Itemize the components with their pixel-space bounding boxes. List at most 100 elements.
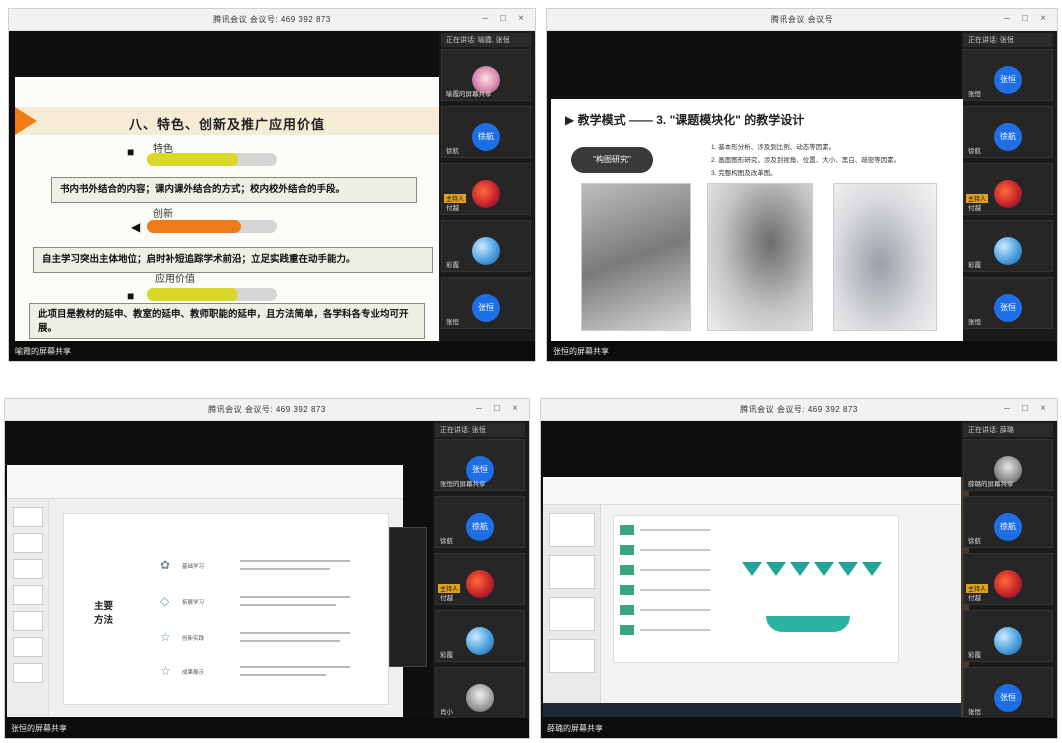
- slide-thumbnail[interactable]: [549, 513, 595, 547]
- slide-thumbnail[interactable]: [13, 559, 43, 579]
- participant-tile[interactable]: 彩霞: [435, 610, 525, 662]
- section-text: 此项目是教材的延申、教室的延申、教师职能的延申，且方法简单，各学科各专业均可开展…: [29, 303, 425, 339]
- text-line: [640, 529, 710, 531]
- minimize-icon[interactable]: –: [479, 13, 491, 25]
- bag-drawing-image: [833, 183, 937, 331]
- participant-name: 张恒: [446, 319, 459, 326]
- participant-tile[interactable]: 彩霞: [441, 220, 531, 272]
- close-icon[interactable]: ×: [509, 403, 521, 415]
- participant-name: 付越: [968, 205, 981, 212]
- slide-canvas: 主要 方法 ✿ 基础学习 ◇ 拓展学习 ☆ 创新实践 ☆ 成果展示: [63, 513, 389, 705]
- participant-tile[interactable]: 徐航 徐航: [441, 106, 531, 158]
- slide-thumbnail[interactable]: [549, 639, 595, 673]
- text-line: [640, 629, 710, 631]
- avatar: [466, 627, 494, 655]
- floating-video-panel[interactable]: [389, 527, 427, 667]
- participant-tile[interactable]: 徐航 徐航: [435, 496, 525, 548]
- list-item: [620, 604, 730, 616]
- list-item: [620, 624, 730, 636]
- item-tag: [620, 605, 634, 615]
- slide-thumbnail[interactable]: [13, 611, 43, 631]
- participant-tile[interactable]: 肖小: [435, 667, 525, 719]
- funnel-shape: [790, 562, 810, 576]
- close-icon[interactable]: ×: [515, 13, 527, 25]
- star-icon: ☆: [160, 664, 171, 678]
- participant-name: 肖小: [440, 709, 453, 716]
- slide-thumbnail[interactable]: [13, 663, 43, 683]
- minimize-icon[interactable]: –: [1001, 403, 1013, 415]
- minimize-icon[interactable]: –: [1001, 13, 1013, 25]
- avatar: [472, 180, 500, 208]
- share-label: 张恒的屏幕共享: [11, 724, 67, 733]
- meeting-window-4: 腾讯会议 会议号: 469 392 873 – □ × 正在讲话: 薛璐 薛璐的…: [540, 398, 1058, 739]
- list-item: [620, 524, 730, 536]
- participant-name: 徐航: [440, 538, 453, 545]
- text-line: [640, 569, 710, 571]
- slide-thumbnail[interactable]: [13, 637, 43, 657]
- text-line: [240, 596, 350, 598]
- participant-tile[interactable]: 徐航 徐航: [963, 496, 1053, 548]
- maximize-icon[interactable]: □: [491, 403, 503, 415]
- method-label: 拓展学习: [182, 600, 205, 606]
- maximize-icon[interactable]: □: [1019, 403, 1031, 415]
- ribbon-toolbar[interactable]: [543, 477, 961, 505]
- title-bar: 腾讯会议 会议号: 469 392 873 – □ ×: [9, 9, 535, 31]
- avatar: [994, 180, 1022, 208]
- presentation-editor: 主要 方法 ✿ 基础学习 ◇ 拓展学习 ☆ 创新实践 ☆ 成果展示: [7, 465, 403, 717]
- participant-list[interactable]: 薛璐的屏幕共享 徐航 徐航 主持人 付越 彩霞 张恒 张恒: [963, 439, 1053, 719]
- participant-list[interactable]: 张恒 张恒 徐航 徐航 主持人 付越 彩霞 张恒 张恒: [963, 49, 1053, 339]
- slide-thumbnail[interactable]: [549, 597, 595, 631]
- close-icon[interactable]: ×: [1037, 403, 1049, 415]
- slide-thumbnail[interactable]: [13, 533, 43, 553]
- participant-name: 付越: [440, 595, 453, 602]
- text-line: [240, 674, 326, 676]
- participant-list[interactable]: 张恒 张恒的屏幕共享 徐航 徐航 主持人 付越 彩霞 肖小: [435, 439, 525, 719]
- taskbar[interactable]: [543, 703, 961, 717]
- participant-tile[interactable]: 薛璐的屏幕共享: [963, 439, 1053, 491]
- participant-tile[interactable]: 主持人 付越: [963, 553, 1053, 605]
- participant-tile[interactable]: 主持人 付越: [441, 163, 531, 215]
- participant-tile[interactable]: 张恒 张恒: [963, 49, 1053, 101]
- participant-tile[interactable]: 张恒 张恒: [963, 277, 1053, 329]
- participant-tile[interactable]: 彩霞: [963, 610, 1053, 662]
- list-item: 1. 基本形分析、涉及到比例、动态等因素。: [711, 144, 836, 151]
- participant-tile[interactable]: 张恒 张恒的屏幕共享: [435, 439, 525, 491]
- topic-oval: "构图研究": [571, 147, 653, 173]
- item-tag: [620, 585, 634, 595]
- bottom-bar: 喻霞的屏幕共享: [9, 341, 535, 361]
- text-line: [640, 609, 710, 611]
- maximize-icon[interactable]: □: [497, 13, 509, 25]
- progress-fill: [147, 288, 238, 301]
- participant-name: 彩霞: [968, 262, 981, 269]
- cursor-icon: ◀: [131, 220, 141, 234]
- slide-thumbnail[interactable]: [13, 507, 43, 527]
- participant-tile[interactable]: 张恒 张恒: [963, 667, 1053, 719]
- avatar: [994, 570, 1022, 598]
- participant-tile[interactable]: 主持人 付越: [963, 163, 1053, 215]
- hand-drawing-image: [581, 183, 691, 331]
- slide-thumbnails[interactable]: [543, 505, 601, 703]
- slide-thumbnail[interactable]: [549, 555, 595, 589]
- participant-tile[interactable]: 张恒 张恒: [441, 277, 531, 329]
- avatar: 徐航: [472, 123, 500, 151]
- bottom-bar: 张恒的屏幕共享: [5, 718, 529, 738]
- participant-list[interactable]: 喻霞的屏幕共享 徐航 徐航 主持人 付越 彩霞 张恒 张恒: [441, 49, 531, 339]
- close-icon[interactable]: ×: [1037, 13, 1049, 25]
- ribbon-toolbar[interactable]: [7, 465, 403, 499]
- diamond-icon: ◇: [160, 594, 170, 608]
- participant-tile[interactable]: 彩霞: [963, 220, 1053, 272]
- meeting-window-3: 腾讯会议 会议号: 469 392 873 – □ × 主要 方法 ✿ 基础学习 …: [4, 398, 530, 739]
- slide-thumbnails[interactable]: [7, 499, 49, 717]
- avatar: 徐航: [466, 513, 494, 541]
- participant-tile[interactable]: 主持人 付越: [435, 553, 525, 605]
- participant-name: 徐航: [968, 538, 981, 545]
- participant-tile[interactable]: 喻霞的屏幕共享: [441, 49, 531, 101]
- participant-tile[interactable]: 徐航 徐航: [963, 106, 1053, 158]
- window-title: 腾讯会议 会议号: 469 392 873: [208, 405, 326, 414]
- maximize-icon[interactable]: □: [1019, 13, 1031, 25]
- method-row: ✿ 基础学习: [160, 554, 376, 580]
- slide-thumbnail[interactable]: [13, 585, 43, 605]
- funnel-shape: [862, 562, 882, 576]
- minimize-icon[interactable]: –: [473, 403, 485, 415]
- star-icon: ☆: [160, 630, 171, 644]
